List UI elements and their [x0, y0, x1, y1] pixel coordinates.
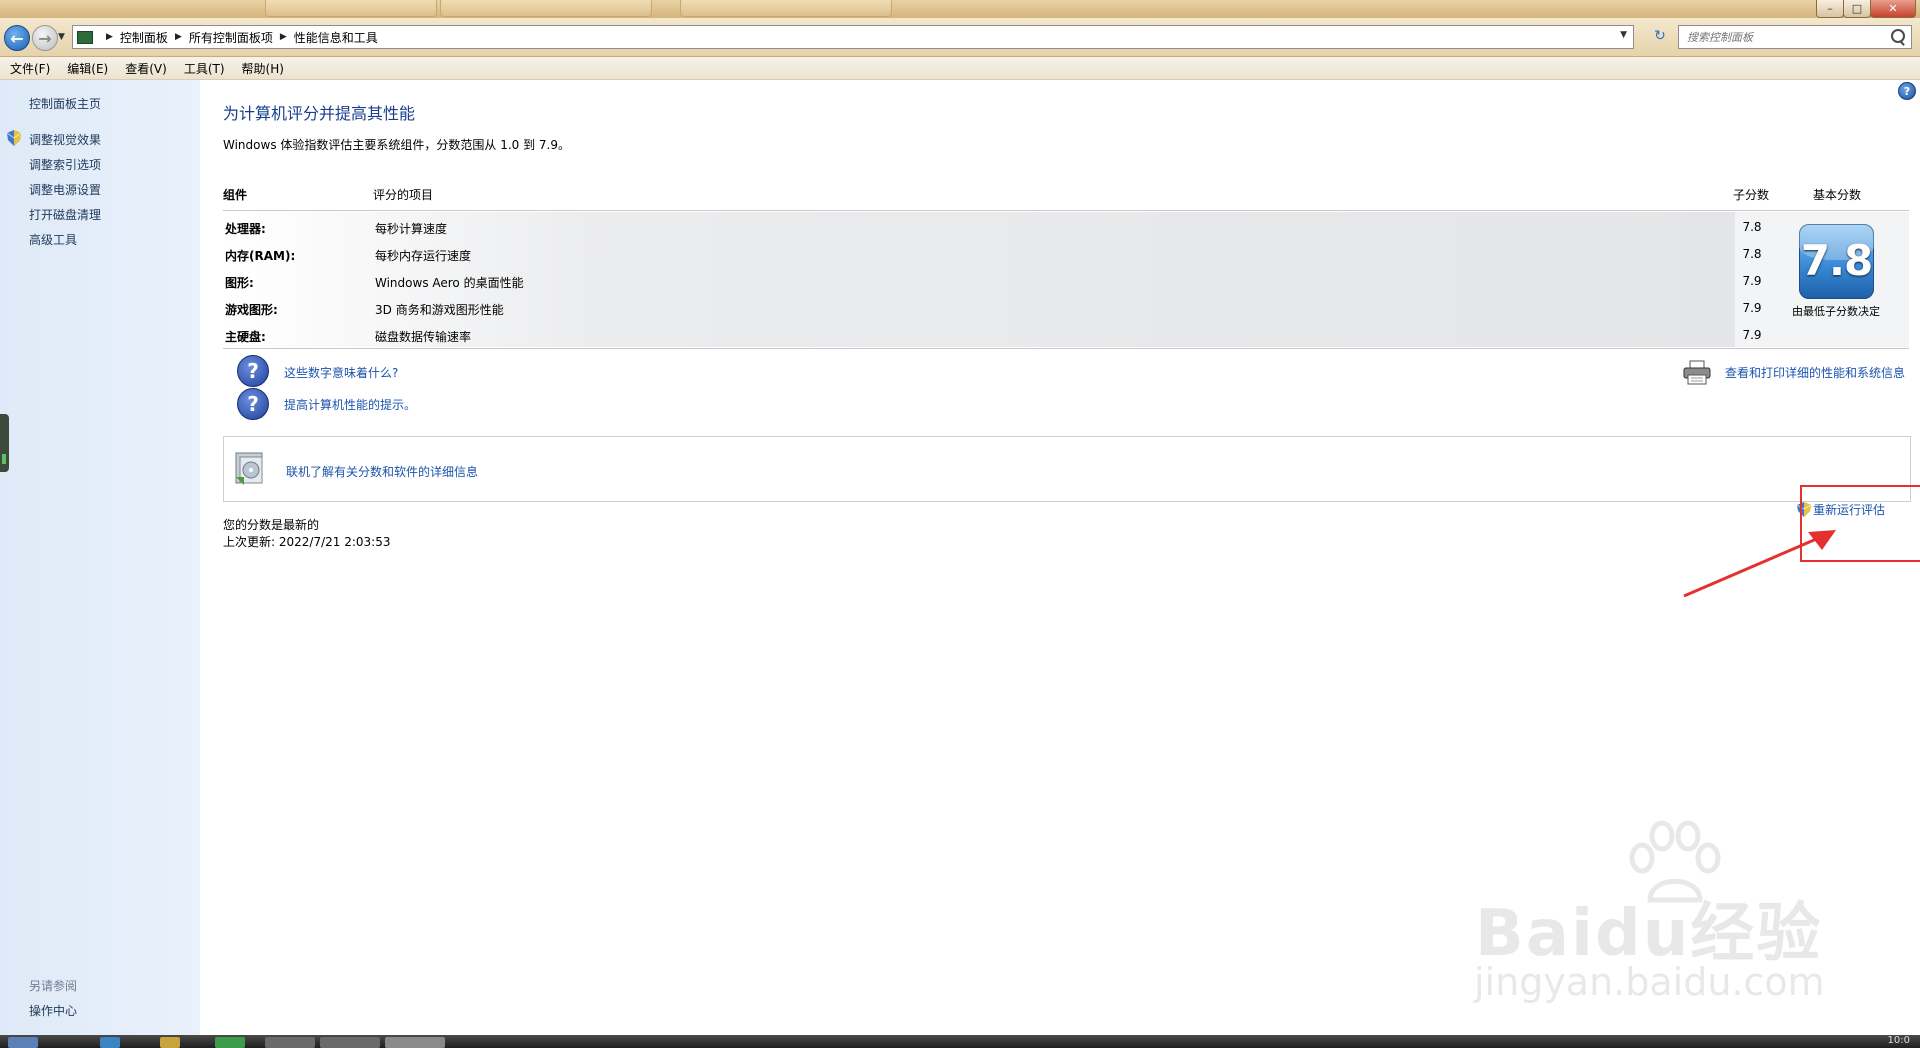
- arrow-right-icon: →: [38, 28, 52, 48]
- row-component: 游戏图形:: [225, 303, 278, 317]
- arrow-left-icon: ←: [10, 28, 24, 48]
- page-title: 为计算机评分并提高其性能: [223, 104, 416, 123]
- row-subscore: 7.8: [1742, 220, 1762, 234]
- watermark-url: jingyan.baidu.com: [1474, 960, 1825, 1004]
- sidebar-item-power-settings[interactable]: 调整电源设置: [29, 181, 101, 198]
- chevron-right-icon[interactable]: ▶: [280, 32, 287, 42]
- taskbar-app[interactable]: [215, 1037, 245, 1048]
- background-tab: [680, 0, 892, 17]
- watermark: Baidu经验 jingyan.baidu.com: [1470, 820, 1920, 1020]
- row-component: 主硬盘:: [225, 330, 266, 344]
- back-button[interactable]: ←: [4, 25, 30, 51]
- table-row: 主硬盘: 磁盘数据传输速率 7.9: [223, 321, 1762, 348]
- print-details-link[interactable]: 查看和打印详细的性能和系统信息: [1725, 364, 1905, 381]
- background-tab: [440, 0, 652, 17]
- chevron-right-icon[interactable]: ▶: [175, 32, 182, 42]
- software-box-icon: [235, 452, 263, 485]
- search-input[interactable]: [1685, 29, 1889, 45]
- address-toolbar: ← → ▼ ▶ 控制面板 ▶ 所有控制面板项 ▶ 性能信息和工具 ▼ ↻: [0, 18, 1920, 57]
- address-dropdown-icon[interactable]: ▼: [1620, 30, 1627, 40]
- arrow-annotation-icon: [1683, 530, 1836, 598]
- table-row: 游戏图形: 3D 商务和游戏图形性能 7.9: [223, 294, 1762, 321]
- menu-file[interactable]: 文件(F): [0, 60, 57, 77]
- breadcrumb-all-items[interactable]: 所有控制面板项: [189, 29, 273, 46]
- table-row: 内存(RAM): 每秒内存运行速度 7.8: [223, 240, 1762, 267]
- maximize-button[interactable]: □: [1843, 0, 1871, 18]
- row-description: 3D 商务和游戏图形性能: [375, 303, 504, 317]
- start-button[interactable]: [8, 1037, 38, 1048]
- sidebar-item-visual-effects[interactable]: 调整视觉效果: [29, 131, 101, 148]
- divider: [223, 348, 1909, 349]
- row-description: 每秒内存运行速度: [375, 249, 472, 263]
- divider: [223, 210, 1909, 211]
- taskbar: 10:0: [0, 1035, 1920, 1048]
- sidebar-item-disk-cleanup[interactable]: 打开磁盘清理: [29, 206, 101, 223]
- history-dropdown-icon[interactable]: ▼: [58, 32, 65, 42]
- question-icon: ?: [237, 355, 269, 387]
- sidebar-item-advanced-tools[interactable]: 高级工具: [29, 231, 77, 248]
- control-panel-icon: [77, 30, 93, 44]
- score-status: 您的分数是最新的: [223, 518, 320, 532]
- row-subscore: 7.9: [1742, 274, 1762, 288]
- title-bar: – □ ✕: [0, 0, 1920, 18]
- col-header-rated: 评分的项目: [373, 187, 434, 202]
- refresh-icon: ↻: [1654, 28, 1666, 44]
- row-subscore: 7.8: [1742, 247, 1762, 261]
- chevron-right-icon: ▶: [106, 32, 113, 42]
- breadcrumb-control-panel[interactable]: 控制面板: [120, 29, 168, 46]
- row-description: Windows Aero 的桌面性能: [375, 276, 524, 290]
- search-box[interactable]: [1678, 25, 1912, 49]
- sidebar-item-action-center[interactable]: 操作中心: [29, 1002, 77, 1019]
- background-tab: [265, 0, 437, 17]
- forward-button[interactable]: →: [32, 25, 58, 51]
- col-header-base: 基本分数: [1813, 187, 1862, 202]
- menu-tools[interactable]: 工具(T): [174, 60, 232, 77]
- sidebar-home-link[interactable]: 控制面板主页: [29, 95, 101, 112]
- row-subscore: 7.9: [1742, 328, 1762, 342]
- task-pane: 控制面板主页 调整视觉效果 调整索引选项 调整电源设置 打开磁盘清理 高级工具 …: [0, 80, 200, 1035]
- base-score-value: 7.8: [1800, 236, 1873, 285]
- menu-help[interactable]: 帮助(H): [232, 60, 291, 77]
- last-update: 上次更新: 2022/7/21 2:03:53: [223, 535, 391, 549]
- row-description: 每秒计算速度: [375, 222, 448, 236]
- row-component: 图形:: [225, 276, 254, 290]
- taskbar-app[interactable]: [385, 1037, 445, 1048]
- printer-icon: [1683, 360, 1711, 385]
- breadcrumb-performance[interactable]: 性能信息和工具: [294, 29, 378, 46]
- what-numbers-mean-link[interactable]: 这些数字意味着什么?: [284, 364, 398, 381]
- minimize-button[interactable]: –: [1816, 0, 1844, 18]
- table-row: 图形: Windows Aero 的桌面性能 7.9: [223, 267, 1762, 294]
- base-score-caption: 由最低子分数决定: [1792, 305, 1880, 318]
- see-also-heading: 另请参阅: [29, 979, 78, 993]
- performance-tips-link[interactable]: 提高计算机性能的提示。: [284, 396, 416, 413]
- menu-bar: 文件(F) 编辑(E) 查看(V) 工具(T) 帮助(H): [0, 57, 1920, 80]
- close-button[interactable]: ✕: [1870, 0, 1916, 18]
- sidebar-item-index-options[interactable]: 调整索引选项: [29, 156, 101, 173]
- menu-view[interactable]: 查看(V): [115, 60, 174, 77]
- row-subscore: 7.9: [1742, 301, 1762, 315]
- row-component: 处理器:: [225, 222, 266, 236]
- row-component: 内存(RAM):: [225, 249, 296, 263]
- online-info-panel: 联机了解有关分数和软件的详细信息: [223, 436, 1911, 502]
- question-icon: ?: [237, 388, 269, 420]
- uac-shield-icon: [7, 130, 21, 146]
- col-header-component: 组件: [223, 187, 248, 202]
- side-gadget-handle[interactable]: [0, 414, 9, 472]
- help-icon[interactable]: ?: [1898, 82, 1916, 100]
- taskbar-app[interactable]: [100, 1037, 120, 1048]
- base-score-badge: 7.8: [1799, 224, 1874, 299]
- taskbar-app[interactable]: [160, 1037, 180, 1048]
- address-bar[interactable]: ▶ 控制面板 ▶ 所有控制面板项 ▶ 性能信息和工具 ▼: [72, 25, 1634, 49]
- online-details-link[interactable]: 联机了解有关分数和软件的详细信息: [286, 463, 478, 480]
- search-icon[interactable]: [1891, 29, 1905, 43]
- taskbar-app[interactable]: [265, 1037, 315, 1048]
- menu-edit[interactable]: 编辑(E): [57, 60, 115, 77]
- refresh-button[interactable]: ↻: [1650, 25, 1670, 47]
- clock[interactable]: 10:0: [1888, 1035, 1910, 1046]
- table-row: 处理器: 每秒计算速度 7.8: [223, 213, 1762, 240]
- col-header-subscore: 子分数: [1733, 187, 1770, 202]
- intro-text: Windows 体验指数评估主要系统组件，分数范围从 1.0 到 7.9。: [223, 138, 570, 152]
- taskbar-app[interactable]: [320, 1037, 380, 1048]
- row-description: 磁盘数据传输速率: [375, 330, 472, 344]
